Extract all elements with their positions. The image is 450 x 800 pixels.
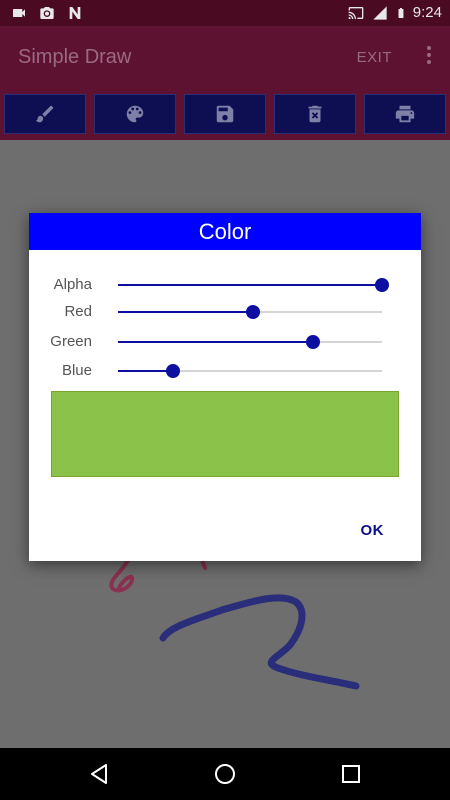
green-slider-row: Green xyxy=(29,330,421,354)
delete-button[interactable] xyxy=(274,94,356,134)
red-label: Red xyxy=(64,303,92,320)
save-icon xyxy=(216,105,234,123)
signal-icon xyxy=(373,5,387,20)
brush-icon xyxy=(35,105,54,123)
n-notification-icon xyxy=(69,7,81,19)
alpha-label: Alpha xyxy=(53,276,92,293)
back-icon[interactable] xyxy=(87,762,111,786)
alpha-slider-thumb[interactable] xyxy=(375,278,389,292)
red-slider-row: Red xyxy=(29,300,421,324)
print-icon xyxy=(395,105,415,123)
green-label: Green xyxy=(50,333,92,350)
video-icon xyxy=(13,9,25,17)
more-vert-icon[interactable] xyxy=(426,46,432,68)
status-bar: 9:24 xyxy=(0,0,450,26)
print-button[interactable] xyxy=(364,94,446,134)
red-slider-thumb[interactable] xyxy=(245,305,260,319)
blue-slider[interactable] xyxy=(118,364,382,378)
palette-button[interactable] xyxy=(94,94,176,134)
app-title: Simple Draw xyxy=(18,46,132,68)
alpha-slider-row: Alpha xyxy=(29,273,421,297)
exit-button[interactable]: EXIT xyxy=(357,49,392,66)
camera-icon xyxy=(40,7,54,19)
save-button[interactable] xyxy=(184,94,266,134)
recents-icon[interactable] xyxy=(339,762,363,786)
toolbar xyxy=(0,88,450,140)
blue-slider-row: Blue xyxy=(29,359,421,383)
blue-label: Blue xyxy=(61,362,92,379)
status-time: 9:24 xyxy=(412,4,442,21)
blue-slider-thumb[interactable] xyxy=(166,364,181,378)
green-slider-thumb[interactable] xyxy=(306,335,321,349)
home-icon[interactable] xyxy=(213,762,237,786)
battery-icon xyxy=(398,7,404,18)
color-dialog: Color Alpha Red Green Blue OK xyxy=(29,213,421,561)
green-slider[interactable] xyxy=(118,335,382,349)
red-slider[interactable] xyxy=(118,305,382,319)
delete-icon xyxy=(308,105,322,123)
color-preview xyxy=(51,391,399,477)
cast-icon xyxy=(348,6,364,19)
dialog-title: Color xyxy=(29,213,421,250)
palette-icon xyxy=(126,105,144,123)
brush-button[interactable] xyxy=(4,94,86,134)
navigation-bar xyxy=(0,748,450,800)
app-bar: Simple Draw EXIT xyxy=(0,26,450,88)
ok-button[interactable]: OK xyxy=(361,522,385,539)
alpha-slider[interactable] xyxy=(118,278,389,292)
